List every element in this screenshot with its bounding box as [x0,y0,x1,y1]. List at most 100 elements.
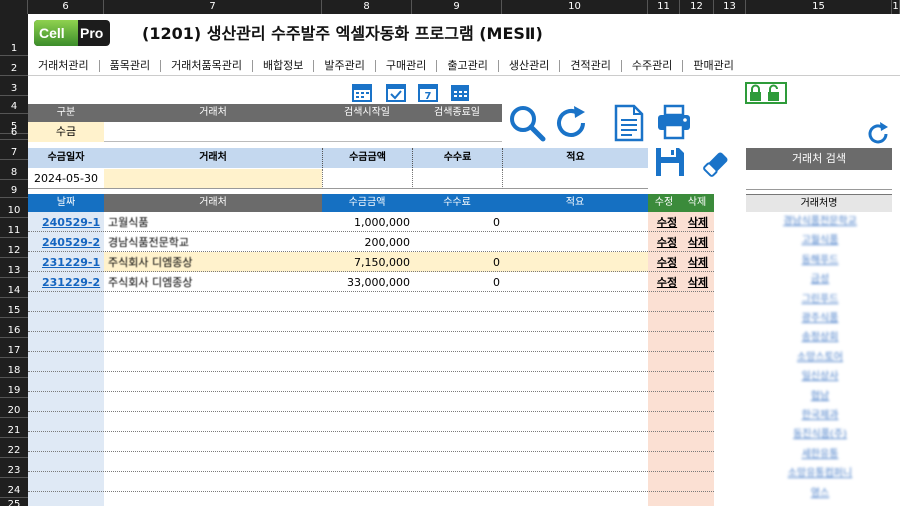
lock-toggle[interactable] [745,82,787,104]
vendor-list-item[interactable]: 경남식품전문학교 [748,214,892,230]
search-type-field[interactable]: 수금 [28,122,104,142]
search-icon[interactable] [508,104,546,142]
row-header[interactable]: 11 [0,218,28,238]
table-row[interactable]: 231229-2 주식회사 디엠종상 33,000,000 0 수정 삭제 [28,273,714,292]
row-header[interactable]: 13 [0,258,28,278]
calendar-month-icon[interactable] [352,82,372,102]
refresh-icon[interactable] [552,104,590,142]
row-header[interactable]: 18 [0,358,28,378]
vendor-list-item[interactable]: 일신상사 [748,369,892,385]
calendar-grid-icon[interactable] [450,82,470,102]
table-row[interactable]: 231229-1 주식회사 디엠종상 7,150,000 0 수정 삭제 [28,253,714,272]
row-header[interactable]: 23 [0,458,28,478]
row-edit-button[interactable]: 수정 [652,275,682,291]
row-header[interactable]: 7 [0,140,28,160]
menu-item[interactable]: 발주관리 [314,59,376,72]
row-edit-button[interactable]: 수정 [652,255,682,271]
row-header[interactable]: 20 [0,398,28,418]
table-row[interactable]: 240529-2 경남식품전문학교 200,000 수정 삭제 [28,233,714,252]
column-header[interactable]: 12 [680,0,714,14]
row-header[interactable]: 3 [0,76,28,96]
column-header[interactable]: 15 [746,0,892,14]
row-header[interactable]: 8 [0,160,28,180]
search-start-field[interactable] [322,122,412,142]
vendor-list-item[interactable]: 세한유통 [748,447,892,463]
entry-date-field[interactable]: 2024-05-30 [28,169,104,189]
menu-item[interactable]: 수주관리 [622,59,684,72]
row-header[interactable]: 19 [0,378,28,398]
column-header[interactable]: 13 [714,0,746,14]
menu-item[interactable]: 배합정보 [253,59,315,72]
vendor-search-input[interactable] [746,170,892,190]
row-id-link[interactable]: 240529-2 [42,235,104,251]
row-delete-button[interactable]: 삭제 [682,275,714,291]
row-edit-button[interactable]: 수정 [652,215,682,231]
row-delete-button[interactable]: 삭제 [682,215,714,231]
row-header[interactable]: 22 [0,438,28,458]
column-header[interactable]: 9 [412,0,502,14]
entry-amount-field[interactable] [322,169,412,189]
row-header[interactable]: 2 [0,56,28,76]
column-header[interactable]: 10 [502,0,648,14]
entry-fee-field[interactable] [412,169,502,189]
row-delete-button[interactable]: 삭제 [682,255,714,271]
vendor-list-item[interactable]: 송정상회 [748,330,892,346]
row-delete-button[interactable]: 삭제 [682,235,714,251]
calendar-check-icon[interactable] [386,82,406,102]
row-header[interactable]: 16 [0,318,28,338]
vendor-list-item[interactable]: 협남 [748,389,892,405]
row-header[interactable]: 15 [0,298,28,318]
row-header[interactable]: 17 [0,338,28,358]
column-header[interactable]: 1 [892,0,900,14]
column-header[interactable]: 6 [28,0,104,14]
row-header[interactable]: 1 [0,14,28,56]
document-icon[interactable] [614,104,644,142]
row-header[interactable]: 4 [0,96,28,114]
column-header[interactable]: 8 [322,0,412,14]
menu-item[interactable]: 품목관리 [100,59,162,72]
search-end-field[interactable] [412,122,502,142]
menu-item[interactable]: 판매관리 [683,59,743,72]
search-vendor-field[interactable] [104,122,322,142]
menu-item[interactable]: 생산관리 [499,59,561,72]
vendor-list-item[interactable]: 동해푸드 [748,253,892,269]
column-header[interactable]: 11 [648,0,680,14]
vendor-list-item[interactable]: 금성 [748,272,892,288]
row-header[interactable]: 21 [0,418,28,438]
row-header[interactable]: 14 [0,278,28,298]
row-header[interactable]: 10 [0,198,28,218]
vendor-list-item[interactable]: 고월식품 [748,233,892,249]
row-divider [28,311,714,312]
print-icon[interactable] [656,104,692,140]
menu-item[interactable]: 출고관리 [437,59,499,72]
main-menu: 거래처관리 품목관리 거래처품목관리 배합정보 발주관리 구매관리 출고관리 생산관리 견적관리… [28,56,900,76]
row-header[interactable]: 25 [0,498,28,506]
row-id-link[interactable]: 240529-1 [42,215,104,231]
menu-item[interactable]: 견적관리 [560,59,622,72]
vendor-list-item[interactable]: 광주식품 [748,311,892,327]
vendor-list-item[interactable]: 동진식품(주) [748,427,892,443]
vendor-list-item[interactable]: 소망스토어 [748,350,892,366]
entry-vendor-field[interactable] [104,169,322,189]
vendor-list-item[interactable]: 영스 [748,486,892,502]
vendor-list-item[interactable]: 한국제과 [748,408,892,424]
table-row[interactable]: 240529-1 고월식품 1,000,000 0 수정 삭제 [28,213,714,232]
sheet-corner[interactable] [0,0,28,14]
entry-memo-field[interactable] [502,169,648,189]
menu-item[interactable]: 구매관리 [376,59,438,72]
menu-item[interactable]: 거래처관리 [28,59,100,72]
row-id-link[interactable]: 231229-2 [42,275,104,291]
calendar-week-icon[interactable]: 7 [418,82,438,102]
save-icon[interactable] [654,146,686,178]
row-id-link[interactable]: 231229-1 [42,255,104,271]
eraser-icon[interactable] [700,148,732,180]
row-edit-button[interactable]: 수정 [652,235,682,251]
row-header[interactable]: 9 [0,180,28,198]
vendor-list-item[interactable]: 소망유통컴퍼니 [748,466,892,482]
menu-item[interactable]: 거래처품목관리 [161,59,253,72]
vendor-list-item[interactable]: 그린푸드 [748,292,892,308]
row-header[interactable]: 24 [0,478,28,498]
row-header[interactable]: 12 [0,238,28,258]
vendor-refresh-icon[interactable] [866,122,890,146]
column-header[interactable]: 7 [104,0,322,14]
